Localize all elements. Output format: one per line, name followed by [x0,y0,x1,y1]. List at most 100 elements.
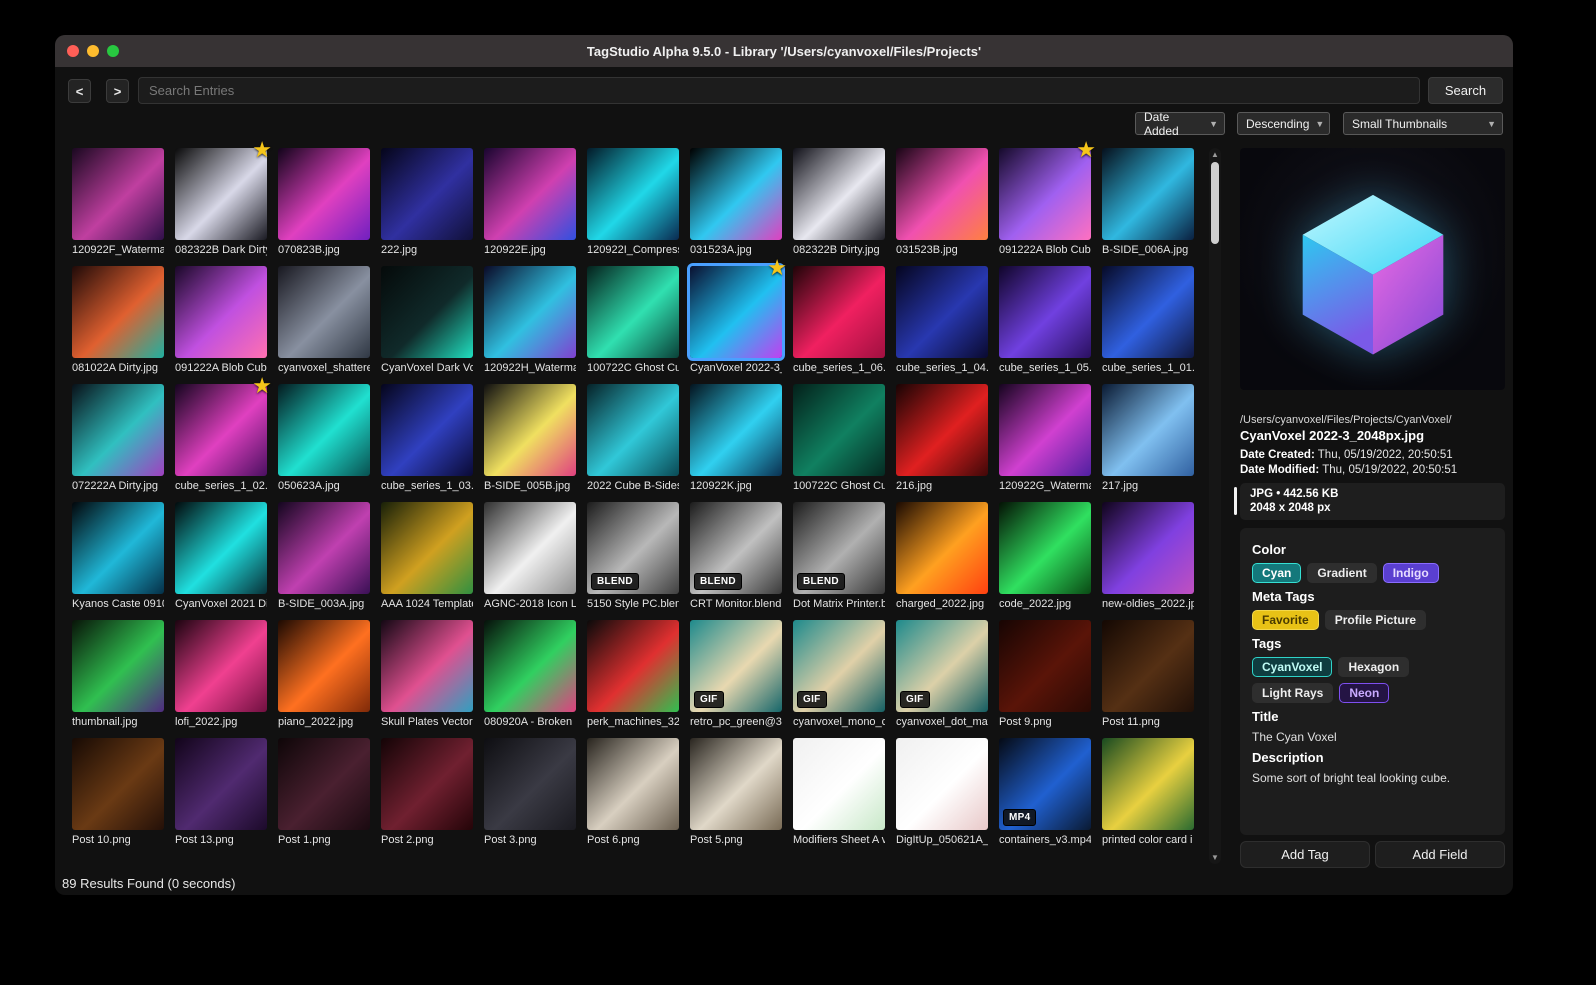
file-path[interactable]: /Users/cyanvoxel/Files/Projects/CyanVoxe… [1240,414,1505,426]
grid-item[interactable]: BLEND Dot Matrix Printer.b [793,502,885,612]
thumbnail-image[interactable] [999,502,1091,594]
grid-item[interactable]: B-SIDE_006A.jpg [1102,148,1194,258]
thumbnail-image[interactable] [72,384,164,476]
thumbnail-image[interactable]: BLEND [793,502,885,594]
thumbnail-image[interactable]: GIF [896,620,988,712]
thumbnail-image[interactable] [484,620,576,712]
grid-item[interactable]: thumbnail.jpg [72,620,164,730]
preview-scrollbar-thumb[interactable] [1234,487,1237,515]
thumbnail-image[interactable] [175,502,267,594]
thumbnail-image[interactable]: BLEND [690,502,782,594]
thumbnail-image[interactable] [1102,620,1194,712]
grid-item[interactable]: Post 10.png [72,738,164,848]
thumbnail-image[interactable]: GIF [690,620,782,712]
thumbnail-image[interactable]: GIF [793,620,885,712]
zoom-button[interactable] [107,45,119,57]
grid-item[interactable]: 070823B.jpg [278,148,370,258]
thumbnail-image[interactable] [896,502,988,594]
thumbnail-image[interactable] [381,738,473,830]
sort-order-dropdown[interactable]: Descending ▼ [1237,112,1330,135]
tag-chip[interactable]: CyanVoxel [1252,657,1333,677]
grid-item[interactable]: lofi_2022.jpg [175,620,267,730]
thumbnail-image[interactable] [587,148,679,240]
grid-item[interactable]: new-oldies_2022.jp [1102,502,1194,612]
thumbnail-image[interactable] [484,738,576,830]
back-button[interactable]: < [68,79,91,103]
minimize-button[interactable] [87,45,99,57]
thumbnail-image[interactable] [896,148,988,240]
tag-chip[interactable]: Profile Picture [1324,610,1427,630]
tag-chip[interactable]: Favorite [1252,610,1319,630]
thumbnail-image[interactable] [381,148,473,240]
grid-item[interactable]: CyanVoxel Dark Vox [381,266,473,376]
scroll-down-icon[interactable]: ▼ [1209,853,1221,862]
sort-field-dropdown[interactable]: Date Added ▼ [1135,110,1225,138]
grid-item[interactable]: AAA 1024 Template [381,502,473,612]
thumbnail-image[interactable] [278,620,370,712]
grid-item[interactable]: ★ 091222A Blob Cube [999,139,1096,258]
add-tag-button[interactable]: Add Tag [1240,841,1370,868]
thumbnail-image[interactable] [484,266,576,358]
thumbnail-image[interactable] [72,148,164,240]
thumbnail-image[interactable] [72,502,164,594]
grid-item[interactable]: Post 6.png [587,738,679,848]
thumbnail-image[interactable] [999,266,1091,358]
search-input[interactable] [138,77,1420,104]
grid-item[interactable]: cube_series_1_05.j [999,266,1091,376]
grid-item[interactable]: code_2022.jpg [999,502,1091,612]
thumbnail-image[interactable]: BLEND [587,502,679,594]
thumbnail-image[interactable] [587,620,679,712]
thumbnail-image[interactable] [1102,502,1194,594]
thumbnail-image[interactable]: ★ [690,257,787,358]
grid-item[interactable]: 120922K.jpg [690,384,782,494]
thumbnail-image[interactable] [484,502,576,594]
grid-scrollbar[interactable]: ▲ ▼ [1209,148,1221,864]
thumbnail-image[interactable] [72,738,164,830]
thumbnail-image[interactable]: ★ [175,375,272,476]
thumbnail-image[interactable]: MP4 [999,738,1091,830]
tag-chip[interactable]: Light Rays [1252,683,1334,703]
search-button[interactable]: Search [1428,77,1503,104]
tag-chip[interactable]: Indigo [1382,563,1439,583]
thumbnail-image[interactable] [690,738,782,830]
forward-button[interactable]: > [106,79,129,103]
scroll-up-icon[interactable]: ▲ [1209,150,1221,159]
thumbnail-image[interactable] [793,266,885,358]
grid-item[interactable]: 2022 Cube B-Sides [587,384,679,494]
grid-item[interactable]: perk_machines_32p [587,620,679,730]
grid-item[interactable]: 072222A Dirty.jpg [72,384,164,494]
thumbnail-image[interactable] [999,620,1091,712]
grid-item[interactable]: cyanvoxel_shattere [278,266,370,376]
grid-item[interactable]: ★ cube_series_1_02.j [175,375,272,494]
tag-chip[interactable]: Neon [1339,683,1390,703]
thumbnail-image[interactable] [587,384,679,476]
grid-item[interactable]: cube_series_1_04.j [896,266,988,376]
tag-chip[interactable]: Hexagon [1338,657,1410,677]
grid-item[interactable]: printed color card i [1102,738,1194,848]
grid-item[interactable]: Post 13.png [175,738,267,848]
thumbnail-image[interactable] [381,502,473,594]
grid-item[interactable]: 120922E.jpg [484,148,576,258]
thumbnail-image[interactable] [999,384,1091,476]
thumbnail-image[interactable] [1102,266,1194,358]
grid-item[interactable]: cube_series_1_03.j [381,384,473,494]
grid-item[interactable]: piano_2022.jpg [278,620,370,730]
thumbnail-image[interactable]: ★ [175,139,272,240]
grid-item[interactable]: 217.jpg [1102,384,1194,494]
grid-item[interactable]: 091222A Blob Cube [175,266,267,376]
thumbnail-image[interactable] [1102,738,1194,830]
grid-item[interactable]: 031523B.jpg [896,148,988,258]
grid-item[interactable]: 222.jpg [381,148,473,258]
thumbnail-image[interactable] [690,384,782,476]
grid-item[interactable]: Skull Plates Vector [381,620,473,730]
thumbnail-image[interactable] [690,148,782,240]
grid-item[interactable]: Kyanos Caste 0910 [72,502,164,612]
grid-item[interactable]: GIF cyanvoxel_dot_mat [896,620,988,730]
grid-item[interactable]: Post 2.png [381,738,473,848]
grid-item[interactable]: Modifiers Sheet A v [793,738,885,848]
thumbnail-size-dropdown[interactable]: Small Thumbnails ▼ [1343,112,1503,135]
thumbnail-image[interactable] [896,384,988,476]
grid-item[interactable]: Post 11.png [1102,620,1194,730]
thumbnail-image[interactable] [587,738,679,830]
grid-item[interactable]: 082322B Dirty.jpg [793,148,885,258]
